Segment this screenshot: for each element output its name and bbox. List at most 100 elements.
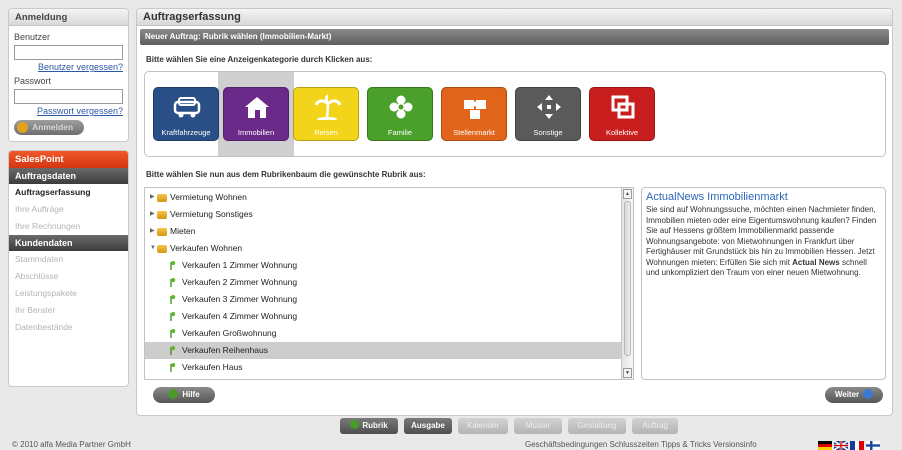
user-input[interactable] (14, 45, 123, 60)
collapsed-triangle-icon[interactable]: ▶ (150, 223, 155, 240)
puzzle-icon (464, 100, 486, 119)
tree-leaf-row[interactable]: Verkaufen 2 Zimmer Wohnung (145, 274, 621, 291)
leaf-icon (170, 345, 176, 355)
tree-label: Verkaufen 2 Zimmer Wohnung (182, 277, 298, 287)
tree-label: Vermietung Wohnen (170, 192, 247, 202)
page-title: Auftragserfassung (137, 9, 892, 26)
tree-label: Verkaufen Wohnen (170, 243, 243, 253)
forgot-password-link[interactable]: Passwort vergessen? (14, 106, 123, 116)
category-label: Kollektive (605, 128, 639, 137)
category-prompt: Bitte wählen Sie eine Anzeigenkategorie … (146, 55, 373, 64)
tree-leaf-row[interactable]: Verkaufen Haus (145, 359, 621, 376)
folder-icon (157, 245, 167, 253)
collapsed-triangle-icon[interactable]: ▶ (150, 189, 155, 206)
expanded-triangle-icon[interactable]: ▼ (150, 240, 156, 257)
footer-links[interactable]: Geschäftsbedingungen Schlusszeiten Tipps… (525, 440, 757, 449)
password-input[interactable] (14, 89, 123, 104)
category-familie[interactable]: Familie (367, 87, 433, 141)
car-icon (173, 97, 201, 118)
tree-label: Verkaufen 4 Zimmer Wohnung (182, 311, 298, 321)
sidebar: Anmeldung Benutzer Benutzer vergessen? P… (8, 8, 129, 387)
scroll-up-button[interactable]: ▲ (623, 189, 632, 199)
info-panel: ActualNews Immobilienmarkt Sie sind auf … (641, 187, 886, 380)
step-kalender[interactable]: Kalender (458, 418, 508, 434)
collapsed-triangle-icon[interactable]: ▶ (150, 206, 155, 223)
nav-item-ihr-berater[interactable]: Ihr Berater (9, 302, 128, 319)
nav-item-ihre-rechnungen[interactable]: Ihre Rechnungen (9, 218, 128, 235)
nav-panel: SalesPoint Auftragsdaten Auftragserfassu… (8, 150, 129, 387)
category-label: Kraftfahrzeuge (161, 128, 211, 137)
scroll-down-button[interactable]: ▼ (623, 368, 632, 378)
category-sonstige[interactable]: Sonstige (515, 87, 581, 141)
step-bar: Rubrik Ausgabe Kalender Muster Gestaltun… (136, 415, 893, 437)
page-subtitle: Neuer Auftrag: Rubrik wählen (Immobilien… (140, 29, 889, 45)
flag-gb-icon[interactable] (834, 441, 848, 450)
forgot-user-link[interactable]: Benutzer vergessen? (14, 62, 123, 72)
copyright: © 2010 alfa Media Partner GmbH (12, 440, 131, 449)
login-title: Anmeldung (9, 9, 128, 26)
leaf-icon (170, 362, 176, 372)
tree-folder-row[interactable]: ▶ Vermietung Sonstiges (145, 206, 621, 223)
nav-item-datenbestaende[interactable]: Datenbestände (9, 319, 128, 336)
tree-label: Vermietung Sonstiges (170, 209, 253, 219)
tree-label: Verkaufen Sonstiges (170, 376, 248, 379)
help-icon (168, 388, 179, 399)
category-kraftfahrzeuge[interactable]: Kraftfahrzeuge (153, 87, 219, 141)
flower-icon (389, 95, 413, 119)
section-auftragsdaten: Auftragsdaten (9, 168, 128, 184)
tree-leaf-row[interactable]: Verkaufen 3 Zimmer Wohnung (145, 291, 621, 308)
folder-icon (157, 211, 167, 219)
nav-item-stammdaten[interactable]: Stammdaten (9, 251, 128, 268)
nav-item-leistungspakete[interactable]: Leistungspakete (9, 285, 128, 302)
step-auftrag[interactable]: Auftrag (632, 418, 678, 434)
nav-item-auftragserfassung[interactable]: Auftragserfassung (9, 184, 128, 201)
nav-item-abschluesse[interactable]: Abschlüsse (9, 268, 128, 285)
main-panel: Auftragserfassung Neuer Auftrag: Rubrik … (136, 8, 893, 416)
tree-leaf-row[interactable]: Verkaufen Großwohnung (145, 325, 621, 342)
tree-leaf-row[interactable]: Verkaufen 4 Zimmer Wohnung (145, 308, 621, 325)
category-label: Reisen (314, 128, 338, 137)
tree-leaf-row[interactable]: Verkaufen Reihenhaus (145, 342, 621, 359)
flag-fr-icon[interactable] (850, 441, 864, 450)
step-gestaltung[interactable]: Gestaltung (568, 418, 626, 434)
tree-label: Verkaufen Großwohnung (182, 328, 277, 338)
tree-folder-row[interactable]: ▶ Vermietung Wohnen (145, 189, 621, 206)
category-label: Stellenmarkt (453, 128, 495, 137)
palm-icon (314, 94, 342, 120)
arrows-icon (537, 95, 561, 119)
category-immobilien[interactable]: Immobilien (223, 87, 289, 141)
tree-label: Verkaufen 3 Zimmer Wohnung (182, 294, 298, 304)
house-icon (245, 97, 269, 118)
flag-fi-icon[interactable] (866, 441, 880, 450)
help-button[interactable]: Hilfe (153, 387, 215, 403)
tree-label: Verkaufen Reihenhaus (182, 345, 269, 355)
login-button-label: Anmelden (32, 122, 74, 132)
scroll-thumb[interactable] (624, 201, 631, 356)
flag-de-icon[interactable] (818, 441, 832, 450)
leaf-icon (170, 328, 176, 338)
tree-leaf-row[interactable]: Verkaufen 1 Zimmer Wohnung (145, 257, 621, 274)
folder-icon (157, 228, 167, 236)
step-rubrik[interactable]: Rubrik (340, 418, 398, 434)
leaf-icon (170, 311, 176, 321)
collapsed-triangle-icon[interactable]: ▶ (150, 376, 155, 379)
tree-prompt: Bitte wählen Sie nun aus dem Rubrikenbau… (146, 170, 426, 179)
category-reisen[interactable]: Reisen (293, 87, 359, 141)
login-button[interactable]: Anmelden (14, 120, 84, 135)
category-stellenmarkt[interactable]: Stellenmarkt (441, 87, 507, 141)
key-icon (17, 122, 28, 133)
tree-label: Verkaufen Haus (182, 362, 243, 372)
step-muster[interactable]: Muster (514, 418, 562, 434)
next-button[interactable]: Weiter (825, 387, 883, 403)
category-kollektive[interactable]: Kollektive (589, 87, 655, 141)
tree-label: Mieten (170, 226, 196, 236)
tree-folder-row[interactable]: ▶ Verkaufen Sonstiges (145, 376, 621, 379)
user-label: Benutzer (14, 32, 51, 42)
nav-item-ihre-auftraege[interactable]: Ihre Aufträge (9, 201, 128, 218)
check-icon (350, 420, 360, 430)
step-ausgabe[interactable]: Ausgabe (404, 418, 452, 434)
tree-folder-row[interactable]: ▼ Verkaufen Wohnen (145, 240, 621, 257)
tree-scrollbar[interactable]: ▲ ▼ (621, 188, 633, 379)
login-panel: Anmeldung Benutzer Benutzer vergessen? P… (8, 8, 129, 142)
tree-folder-row[interactable]: ▶ Mieten (145, 223, 621, 240)
